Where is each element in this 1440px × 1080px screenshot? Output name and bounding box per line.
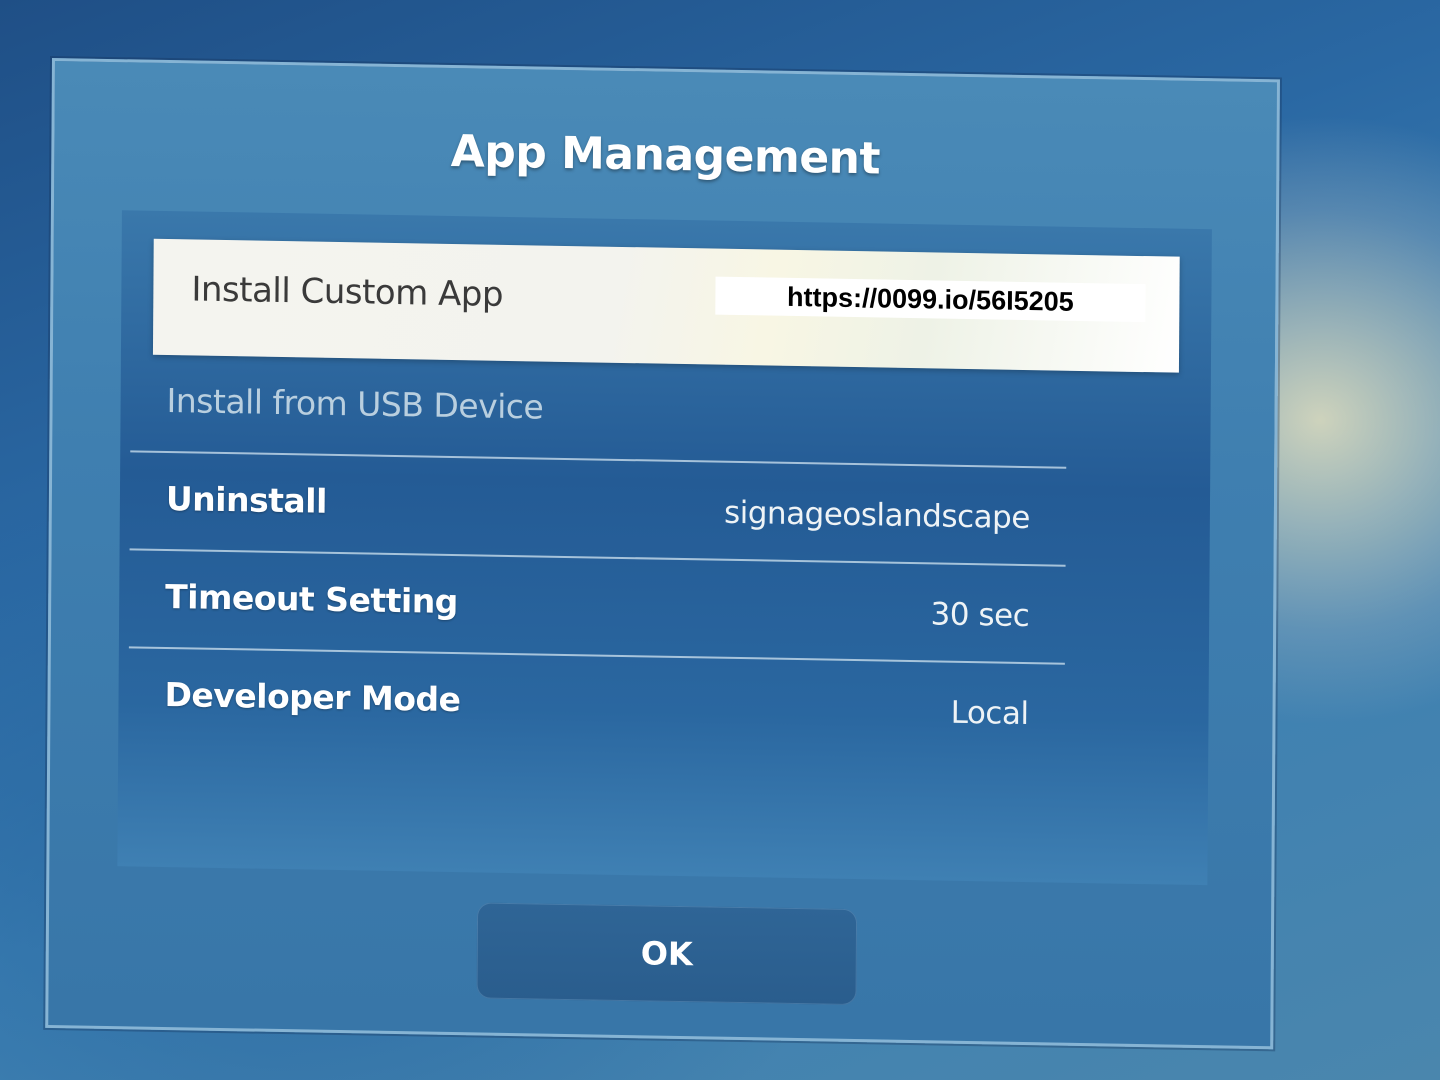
install-custom-app-label: Install Custom App	[191, 269, 504, 315]
app-management-dialog: App Management Install Custom App https:…	[45, 58, 1280, 1050]
ok-button[interactable]: OK	[476, 902, 858, 1006]
install-from-usb-item: Install from USB Device	[130, 354, 1067, 469]
uninstall-label: Uninstall	[165, 479, 327, 521]
developer-mode-value: Local	[950, 694, 1029, 733]
timeout-setting-label: Timeout Setting	[165, 576, 459, 622]
uninstall-item[interactable]: Uninstall signageoslandscape	[129, 452, 1067, 567]
timeout-setting-item[interactable]: Timeout Setting 30 sec	[128, 550, 1066, 665]
install-from-usb-label: Install from USB Device	[166, 381, 544, 427]
install-custom-app-url: https://0099.io/56I5205	[715, 276, 1146, 323]
install-custom-app-item[interactable]: Install Custom App https://0099.io/56I52…	[152, 238, 1180, 373]
developer-mode-item[interactable]: Developer Mode Local	[128, 648, 1065, 762]
uninstall-value: signageoslandscape	[723, 494, 1031, 537]
timeout-setting-value: 30 sec	[930, 596, 1030, 635]
developer-mode-label: Developer Mode	[164, 674, 461, 720]
dialog-title: App Management	[450, 125, 881, 185]
